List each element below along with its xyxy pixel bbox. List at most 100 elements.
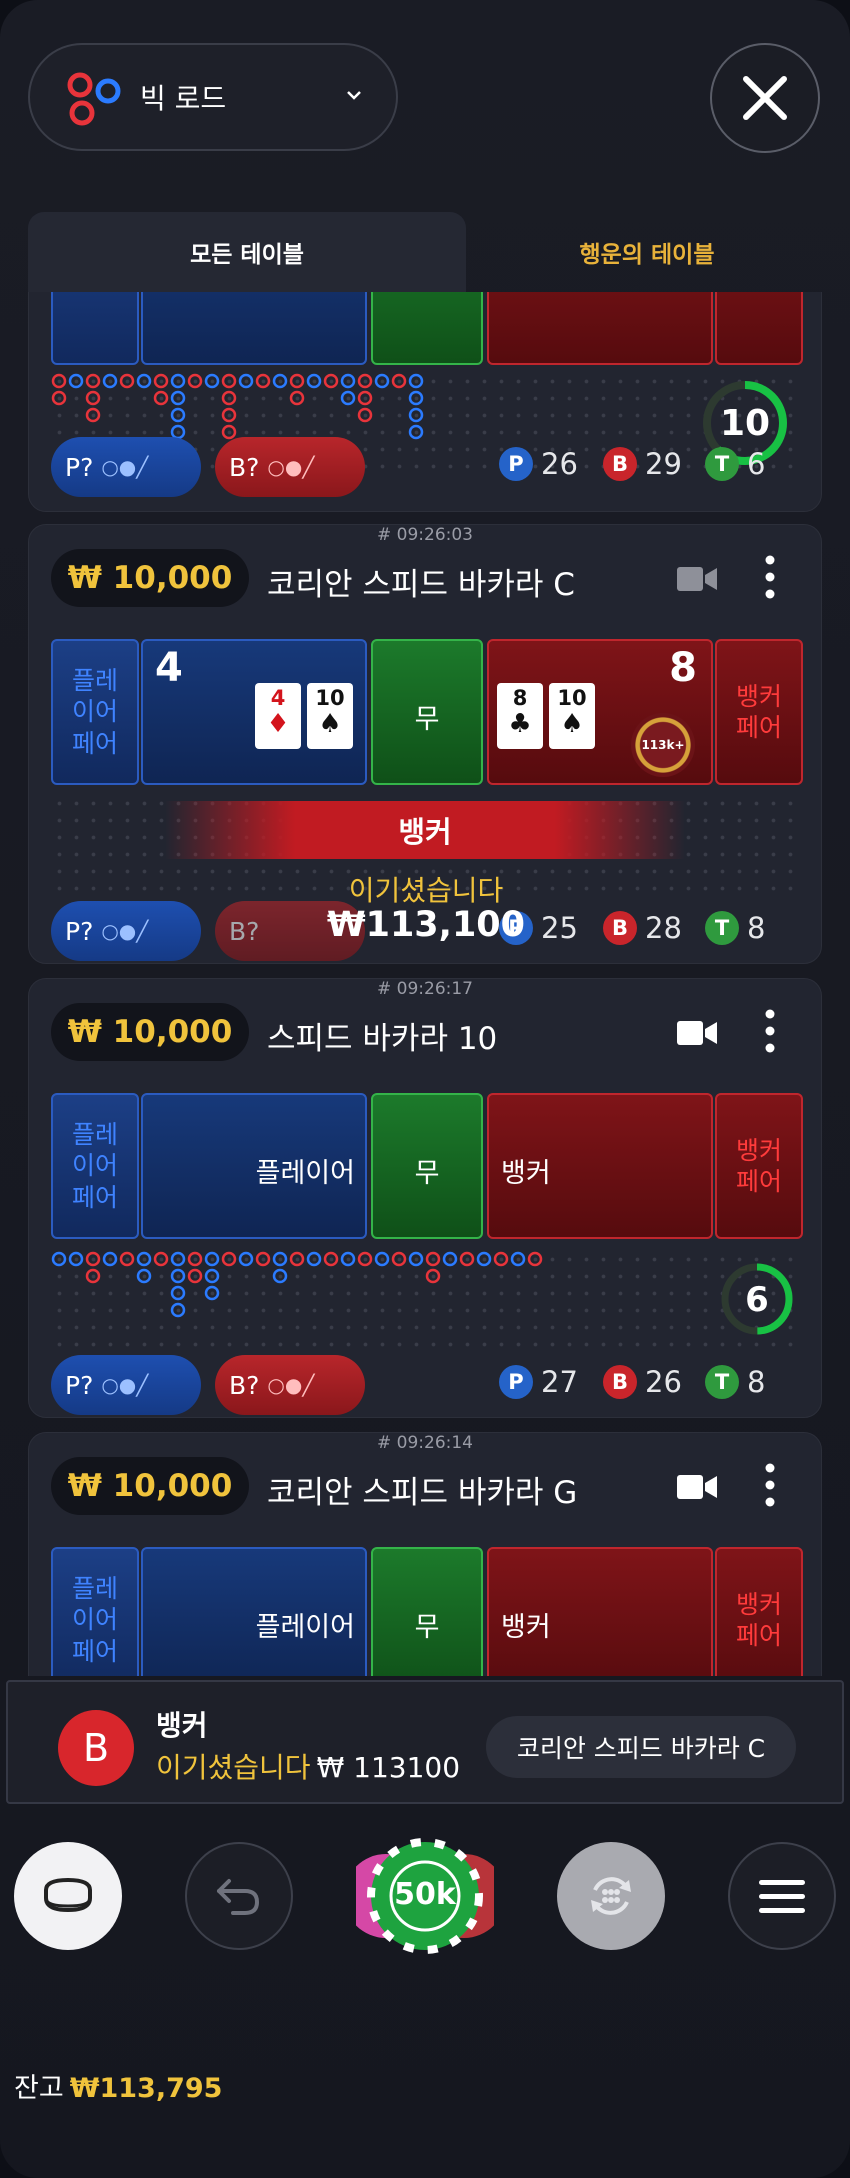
player-dot-icon: P: [499, 447, 533, 481]
banker-bet[interactable]: [487, 292, 713, 365]
player-pair-label: 플레 이어 페어: [71, 1120, 118, 1212]
side-bet-icons: ○●╱: [267, 455, 315, 479]
player-pair-bet[interactable]: 플레 이어 페어: [51, 1093, 139, 1239]
close-icon: [743, 76, 787, 120]
bet-row: 플레 이어 페어 플레이어 무 뱅커 뱅커 페어: [51, 1547, 803, 1676]
tie-dot-icon: T: [705, 447, 739, 481]
tie-count-value: 6: [747, 447, 766, 481]
banker-pair-bet[interactable]: 뱅커 페어: [715, 1547, 803, 1676]
player-pair-bet[interactable]: 플레 이어 페어: [51, 1547, 139, 1676]
countdown-value: 10: [720, 403, 770, 444]
player-pair-bet[interactable]: [51, 292, 139, 365]
balance-value: ₩113,795: [69, 2073, 223, 2104]
tab-lucky-tables[interactable]: 행운의 테이블: [466, 212, 828, 292]
table-card-korean-speed-g[interactable]: # 09:26:14 ₩ 10,000 코리안 스피드 바카라 G 플레 이어 …: [28, 1432, 822, 1676]
road-view-label: 빅 로드: [140, 82, 227, 115]
banker-badge: B: [58, 1710, 134, 1786]
player-dot-icon: P: [499, 1365, 533, 1399]
table-list[interactable]: 10 P? ○●╱ B? ○●╱ P 26 B 29 T6 # 09:26:03 ₩…: [28, 292, 822, 1676]
player-pair-label: 플레 이어 페어: [71, 666, 118, 758]
banker-label: 뱅커: [501, 1612, 551, 1643]
banker-pair-bet[interactable]: 뱅커 페어: [715, 1093, 803, 1239]
banker-bet[interactable]: 8 ♣ 10 ♠ 8 113k+: [487, 639, 713, 785]
banker-score: 8: [669, 645, 697, 691]
tie-count: T8: [705, 1365, 765, 1399]
app-root: 빅 로드 모든 테이블 행운의 테이블 10 P? ○●╱ B? ○●╱ P 2…: [0, 0, 850, 2178]
road-view-dropdown[interactable]: 빅 로드: [28, 43, 398, 151]
undo-button[interactable]: [185, 1842, 293, 1950]
player-bet[interactable]: [141, 292, 367, 365]
player-bet[interactable]: 플레이어: [141, 1093, 367, 1239]
banker-pair-label: 뱅커 페어: [735, 1135, 782, 1196]
banker-pair-bet[interactable]: 뱅커 페어: [715, 639, 803, 785]
video-camera-icon[interactable]: [677, 1019, 717, 1047]
banker-count: B 26: [603, 1365, 682, 1399]
table-card-previous[interactable]: 10 P? ○●╱ B? ○●╱ P 26 B 29 T6: [28, 292, 822, 512]
bet-amount: ₩ 10,000: [51, 549, 249, 607]
chip-value: 50k: [394, 1877, 456, 1912]
player-pair-bet[interactable]: 플레 이어 페어: [51, 639, 139, 785]
table-card-korean-speed-c[interactable]: # 09:26:03 ₩ 10,000 코리안 스피드 바카라 C 플레 이어 …: [28, 524, 822, 964]
table-card-speed-10[interactable]: # 09:26:17 ₩ 10,000 스피드 바카라 10 플레 이어 페어 …: [28, 978, 822, 1418]
toast-win-amount: ₩ 113100: [316, 1751, 461, 1784]
tie-count: T6: [705, 447, 765, 481]
player-count: P 27: [499, 1365, 578, 1399]
countdown-value: 6: [745, 1280, 769, 1320]
baccarat-table-icon: [44, 1877, 92, 1913]
chip-selector[interactable]: 50k: [356, 1837, 494, 1955]
banker-pair-bet[interactable]: [715, 292, 803, 365]
banker-count: B 29: [603, 447, 682, 481]
tab-all-tables[interactable]: 모든 테이블: [28, 212, 466, 292]
tie-bet[interactable]: 무: [371, 639, 483, 785]
close-button[interactable]: [710, 43, 820, 153]
side-bet-icons: ○●╱: [101, 455, 149, 479]
win-message: 이기셨습니다: [348, 874, 504, 907]
more-options-icon[interactable]: [765, 555, 775, 599]
video-camera-icon[interactable]: [677, 565, 717, 593]
round-time: # 09:26:03: [377, 525, 473, 545]
side-bet-icons: ○●╱: [101, 1373, 149, 1397]
win-notification[interactable]: B 뱅커 이기셨습니다 ₩ 113100 코리안 스피드 바카라 C: [6, 1680, 844, 1804]
tie-bet[interactable]: 무: [371, 1093, 483, 1239]
video-camera-icon[interactable]: [677, 1473, 717, 1501]
banker-count-value: 26: [645, 1365, 682, 1399]
banker-bet[interactable]: 뱅커: [487, 1093, 713, 1239]
tie-dot-icon: T: [705, 1365, 739, 1399]
table-filter-tabs: 모든 테이블 행운의 테이블: [28, 212, 828, 292]
more-options-icon[interactable]: [765, 1009, 775, 1053]
player-score: 4: [155, 645, 183, 691]
bet-amount: ₩ 10,000: [51, 1003, 249, 1061]
balance: 잔고 ₩113,795: [14, 2066, 222, 2105]
table-view-button[interactable]: [14, 1842, 122, 1950]
banker-side-bet[interactable]: B? ○●╱: [215, 437, 365, 497]
menu-button[interactable]: [728, 1842, 836, 1950]
tie-bet[interactable]: [371, 292, 483, 365]
big-road-logo-icon: [67, 72, 121, 126]
table-name: 코리안 스피드 바카라 C: [267, 567, 575, 603]
player-side-bet[interactable]: P? ○●╱: [51, 1355, 201, 1415]
player-card-2: 10 ♠: [307, 683, 353, 749]
player-bet[interactable]: 4 4 ♦ 10 ♠: [141, 639, 367, 785]
banker-side-bet[interactable]: B? ○●╱: [215, 1355, 365, 1415]
repeat-icon: [591, 1877, 631, 1915]
countdown-timer: 6: [721, 1263, 793, 1335]
bet-row: [51, 292, 803, 365]
tie-bet[interactable]: 무: [371, 1547, 483, 1676]
repeat-bet-button[interactable]: [557, 1842, 665, 1950]
player-bet[interactable]: 플레이어: [141, 1547, 367, 1676]
banker-bet[interactable]: 뱅커: [487, 1547, 713, 1676]
toast-table-button[interactable]: 코리안 스피드 바카라 C: [486, 1716, 796, 1778]
chip-value: 113k+: [641, 738, 685, 752]
player-side-bet[interactable]: P? ○●╱: [51, 437, 201, 497]
banker-card-2: 10 ♠: [549, 683, 595, 749]
round-time: # 09:26:14: [377, 1433, 473, 1453]
player-label: 플레이어: [255, 1158, 355, 1189]
player-card-1: 4 ♦: [255, 683, 301, 749]
banker-side-label: B?: [229, 1370, 260, 1400]
more-options-icon[interactable]: [765, 1463, 775, 1507]
bet-row: 플레 이어 페어 4 4 ♦ 10 ♠ 무 8 ♣ 10 ♠ 8 113k+ 뱅커 페어: [51, 639, 803, 785]
tie-label: 무: [414, 1612, 440, 1643]
banker-pair-label: 뱅커 페어: [735, 1589, 782, 1650]
toast-win-label: 이기셨습니다: [156, 1751, 311, 1784]
toast-win-text: 이기셨습니다 ₩ 113100: [156, 1746, 460, 1786]
